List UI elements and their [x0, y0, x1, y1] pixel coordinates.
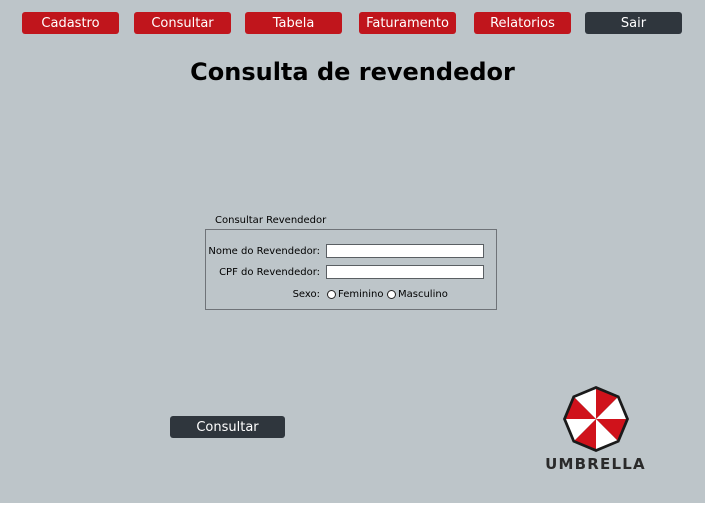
cpf-label: CPF do Revendedor: — [219, 267, 320, 278]
radio-masculino-label: Masculino — [398, 289, 448, 300]
consultar-submit-button[interactable]: Consultar — [170, 416, 285, 438]
radio-circle-icon[interactable] — [327, 290, 336, 299]
sex-label: Sexo: — [292, 289, 320, 300]
radio-feminino[interactable]: Feminino — [327, 289, 383, 300]
name-input[interactable] — [326, 244, 484, 258]
app-background: Cadastro Consultar Tabela Faturamento Re… — [0, 0, 705, 503]
nav-sair-button[interactable]: Sair — [585, 12, 682, 34]
nav-consultar-button[interactable]: Consultar — [134, 12, 231, 34]
nav-faturamento-button[interactable]: Faturamento — [359, 12, 456, 34]
name-label: Nome do Revendedor: — [208, 246, 320, 257]
nav-relatorios-button[interactable]: Relatorios — [474, 12, 571, 34]
form-legend: Consultar Revendedor — [215, 215, 327, 226]
radio-circle-icon[interactable] — [387, 290, 396, 299]
radio-masculino[interactable]: Masculino — [387, 289, 448, 300]
cpf-input[interactable] — [326, 265, 484, 279]
nav-cadastro-button[interactable]: Cadastro — [22, 12, 119, 34]
page-title: Consulta de revendedor — [190, 58, 515, 86]
radio-feminino-label: Feminino — [338, 289, 384, 300]
umbrella-logo-icon — [563, 386, 629, 452]
brand-name: UMBRELLA — [545, 455, 646, 473]
nav-tabela-button[interactable]: Tabela — [245, 12, 342, 34]
